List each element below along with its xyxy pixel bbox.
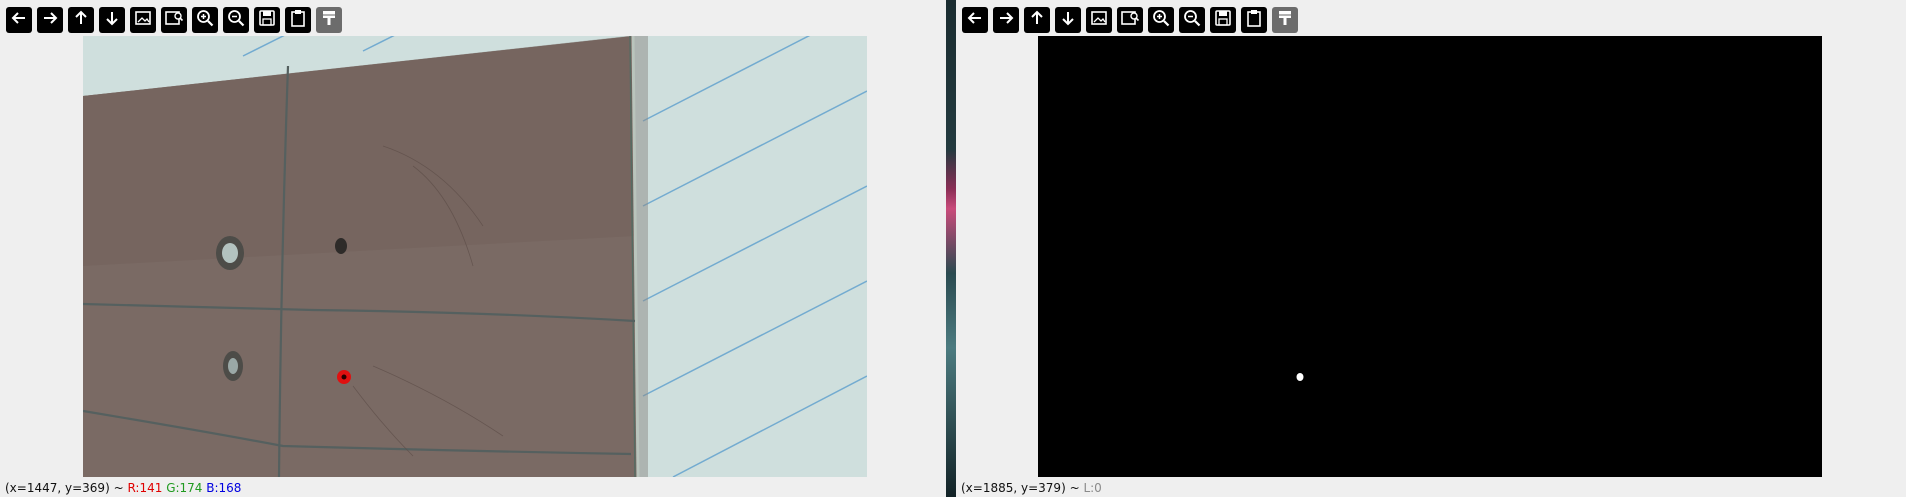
image-zoom-icon: [164, 8, 184, 32]
pan-up-button[interactable]: [68, 7, 94, 33]
source-image-canvas[interactable]: [83, 36, 867, 477]
zoom-in-button[interactable]: [1148, 7, 1174, 33]
left-image-window: (x=1447, y=369) ~ R:141 G:174 B:168: [0, 0, 946, 497]
arrow-right-icon: [40, 8, 60, 32]
image-icon: [133, 8, 153, 32]
mask-image-canvas[interactable]: [1038, 36, 1822, 477]
mask-blob: [1296, 373, 1304, 381]
save-icon: [257, 8, 277, 32]
zoom-out-icon: [1182, 8, 1202, 32]
paint-brush-icon: [319, 8, 339, 32]
properties-button[interactable]: [316, 7, 342, 33]
copy-button[interactable]: [285, 7, 311, 33]
pan-up-button[interactable]: [1024, 7, 1050, 33]
arrow-left-icon: [9, 8, 29, 32]
arrow-up-icon: [71, 8, 91, 32]
arrow-left-icon: [965, 8, 985, 32]
zoom-in-icon: [1151, 8, 1171, 32]
copy-button[interactable]: [1241, 7, 1267, 33]
zoom-in-button[interactable]: [192, 7, 218, 33]
zoom-original-button[interactable]: [1117, 7, 1143, 33]
green-value: G:174: [166, 481, 203, 495]
pan-down-button[interactable]: [1055, 7, 1081, 33]
desktop-background: [946, 0, 956, 497]
left-status-bar: (x=1447, y=369) ~ R:141 G:174 B:168: [5, 481, 241, 495]
arrow-down-icon: [102, 8, 122, 32]
cursor-coords: (x=1447, y=369) ~: [5, 481, 128, 495]
save-button[interactable]: [1210, 7, 1236, 33]
image-zoom-icon: [1120, 8, 1140, 32]
save-icon: [1213, 8, 1233, 32]
blue-value: B:168: [206, 481, 242, 495]
luminance-value: L:0: [1083, 481, 1102, 495]
left-toolbar: [6, 7, 342, 33]
arrow-right-icon: [996, 8, 1016, 32]
zoom-out-icon: [226, 8, 246, 32]
zoom-in-icon: [195, 8, 215, 32]
mask-image: [1038, 36, 1822, 477]
forward-button[interactable]: [993, 7, 1019, 33]
clipboard-icon: [288, 8, 308, 32]
image-icon: [1089, 8, 1109, 32]
zoom-out-button[interactable]: [223, 7, 249, 33]
zoom-out-button[interactable]: [1179, 7, 1205, 33]
zoom-fit-button[interactable]: [1086, 7, 1112, 33]
right-status-bar: (x=1885, y=379) ~ L:0: [961, 481, 1102, 495]
save-button[interactable]: [254, 7, 280, 33]
pan-down-button[interactable]: [99, 7, 125, 33]
source-image: [83, 36, 867, 477]
clipboard-icon: [1244, 8, 1264, 32]
arrow-up-icon: [1027, 8, 1047, 32]
forward-button[interactable]: [37, 7, 63, 33]
red-value: R:141: [127, 481, 163, 495]
paint-brush-icon: [1275, 8, 1295, 32]
back-button[interactable]: [962, 7, 988, 33]
properties-button[interactable]: [1272, 7, 1298, 33]
back-button[interactable]: [6, 7, 32, 33]
arrow-down-icon: [1058, 8, 1078, 32]
right-toolbar: [962, 7, 1298, 33]
cursor-coords: (x=1885, y=379) ~: [961, 481, 1084, 495]
zoom-fit-button[interactable]: [130, 7, 156, 33]
right-image-window: (x=1885, y=379) ~ L:0: [956, 0, 1906, 497]
zoom-original-button[interactable]: [161, 7, 187, 33]
